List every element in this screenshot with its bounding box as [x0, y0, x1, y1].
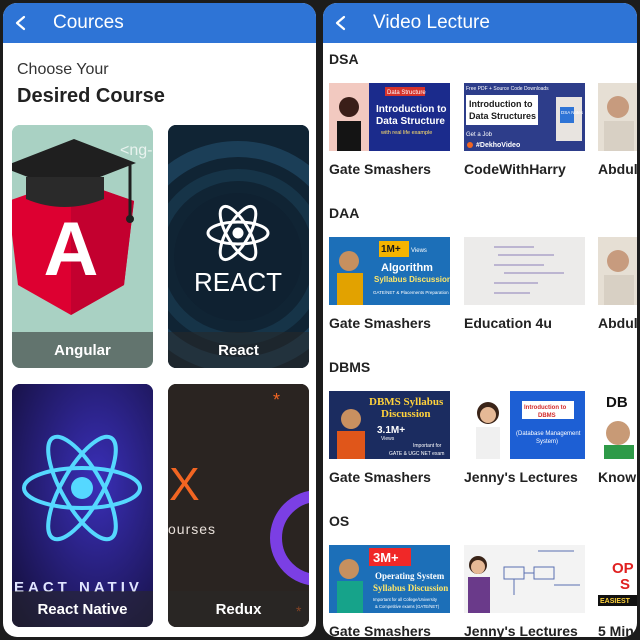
thumbnail-text: Free PDF + Source Code Downloads	[466, 86, 549, 92]
thumbnail-text: Algorithm	[381, 262, 433, 274]
redux-logo-letter: X	[169, 458, 200, 510]
video-thumbnail[interactable]: OP S EASIEST	[598, 545, 637, 613]
back-arrow-icon[interactable]	[13, 15, 29, 31]
thumbnail-text: Views	[411, 248, 427, 254]
thumbnail-text: Introduction to	[469, 99, 533, 109]
course-label: Redux	[168, 591, 309, 627]
thumbnail-art: DB	[598, 391, 637, 459]
thumbnail-text: Syllabus Discussion	[373, 583, 448, 593]
course-card-angular[interactable]: <ng- A Angular	[12, 125, 153, 368]
thumbnail-text: #DekhoVideo	[476, 142, 520, 149]
course-card-react[interactable]: REACT React	[168, 125, 309, 368]
thumbnail-text: 1M+	[381, 244, 401, 255]
thumbnail-art: OP S EASIEST	[598, 545, 637, 613]
video-thumbnail[interactable]	[598, 237, 637, 305]
app-bar: Video Lecture	[323, 3, 637, 43]
thumbnail-text: Views	[381, 436, 395, 442]
video-thumbnail[interactable]: DB	[598, 391, 637, 459]
thumbnail-text: DBMS Syllabus	[369, 396, 444, 408]
video-lecture-screen: Video Lecture DSA Data Structure Introdu…	[323, 3, 637, 637]
thumbnail-text: Important for all College/University	[373, 597, 438, 602]
video-thumbnail[interactable]: Introduction to DBMS (Database Managemen…	[464, 391, 585, 459]
screen-title: Video Lecture	[373, 12, 490, 33]
thumbnail-text: (Database Management	[516, 431, 581, 437]
thumbnail-art	[464, 237, 585, 305]
video-channel: Education 4u	[464, 315, 552, 331]
video-channel: Jenny's Lectures	[464, 623, 578, 637]
section-title-dbms: DBMS	[329, 359, 371, 375]
video-channel: Jenny's Lectures	[464, 469, 578, 485]
thumbnail-art: Free PDF + Source Code Downloads Introdu…	[464, 83, 585, 151]
thumbnail-art: DBMS Syllabus Discussion 3.1M+ Views Imp…	[329, 391, 450, 459]
course-label: Angular	[12, 332, 153, 368]
thumbnail-art: Introduction to DBMS (Database Managemen…	[464, 391, 585, 459]
video-thumbnail[interactable]: Data Structure Introduction to Data Stru…	[329, 83, 450, 151]
angular-logo-letter: A	[44, 207, 99, 292]
thumbnail-art: 3M+ Operating System Syllabus Discussion…	[329, 545, 450, 613]
thumbnail-text: DB	[606, 394, 628, 411]
screen-title: Cources	[53, 12, 124, 33]
section-title-os: OS	[329, 513, 350, 529]
course-card-react-native[interactable]: EACT NATIV React Native	[12, 384, 153, 627]
thumbnail-art: Data Structure Introduction to Data Stru…	[329, 83, 450, 151]
section-title-daa: DAA	[329, 205, 360, 221]
video-channel: Abdul	[598, 315, 637, 331]
video-channel: Knowl	[598, 469, 637, 485]
video-thumbnail[interactable]	[464, 237, 585, 305]
section-title-dsa: DSA	[329, 51, 359, 67]
redux-bg-text: ourses	[168, 521, 216, 537]
courses-screen: Cources Choose Your Desired Course <ng- …	[3, 3, 316, 637]
thumbnail-text: Important for	[413, 443, 442, 449]
thumbnail-art	[464, 545, 585, 613]
thumbnail-text: DSA Notes	[561, 110, 584, 115]
video-channel: CodeWithHarry	[464, 161, 566, 177]
thumbnail-text: EASIEST	[600, 598, 631, 605]
app-bar: Cources	[3, 3, 316, 43]
thumbnail-text: 3.1M+	[377, 425, 405, 436]
course-label: React Native	[12, 591, 153, 627]
back-arrow-icon[interactable]	[333, 15, 349, 31]
video-channel: 5 Min	[598, 623, 634, 637]
video-thumbnail[interactable]	[464, 545, 585, 613]
thumbnail-text: Data Structures	[469, 111, 536, 121]
thumbnail-text: OP	[612, 560, 634, 577]
thumbnail-text: DBMS	[538, 413, 556, 419]
thumbnail-art	[598, 237, 637, 305]
course-card-redux[interactable]: * X ourses * Redux	[168, 384, 309, 627]
thumbnail-text: Data Structure	[376, 116, 445, 127]
react-logo-text: REACT	[194, 267, 282, 297]
video-thumbnail[interactable]: 3M+ Operating System Syllabus Discussion…	[329, 545, 450, 613]
thumbnail-text: & Competitive exams (GATE/NET)	[375, 604, 440, 609]
thumbnail-art: 1M+ Views Algorithm Syllabus Discussion …	[329, 237, 450, 305]
video-thumbnail[interactable]	[598, 83, 637, 151]
thumbnail-text: with real life example	[380, 130, 432, 136]
thumbnail-text: Get a Job	[466, 132, 493, 138]
video-channel: Gate Smashers	[329, 161, 431, 177]
angular-bg-text: <ng-	[120, 142, 152, 159]
video-thumbnail[interactable]: 1M+ Views Algorithm Syllabus Discussion …	[329, 237, 450, 305]
heading-small: Choose Your	[17, 61, 109, 78]
video-thumbnail[interactable]: Free PDF + Source Code Downloads Introdu…	[464, 83, 585, 151]
thumbnail-text: Introduction to	[524, 405, 567, 411]
svg-text:*: *	[273, 390, 280, 410]
thumbnail-text: Syllabus Discussion	[374, 275, 450, 284]
thumbnail-text: Operating System	[375, 571, 445, 581]
video-channel: Gate Smashers	[329, 623, 431, 637]
thumbnail-text: GATE/NET & Placements Preparation	[373, 290, 449, 295]
video-channel: Gate Smashers	[329, 315, 431, 331]
video-channel: Abdul	[598, 161, 637, 177]
course-label: React	[168, 332, 309, 368]
video-channel: Gate Smashers	[329, 469, 431, 485]
thumbnail-text: Discussion	[381, 408, 431, 420]
thumbnail-text: 3M+	[373, 550, 399, 565]
thumbnail-text: Introduction to	[376, 104, 447, 115]
thumbnail-text: S	[620, 576, 630, 593]
thumbnail-art	[598, 83, 637, 151]
thumbnail-text: System)	[536, 439, 558, 445]
heading-big: Desired Course	[17, 85, 165, 107]
thumbnail-text: GATE & UGC NET exam	[389, 451, 444, 457]
thumbnail-text: Data Structure	[387, 90, 426, 96]
video-thumbnail[interactable]: DBMS Syllabus Discussion 3.1M+ Views Imp…	[329, 391, 450, 459]
